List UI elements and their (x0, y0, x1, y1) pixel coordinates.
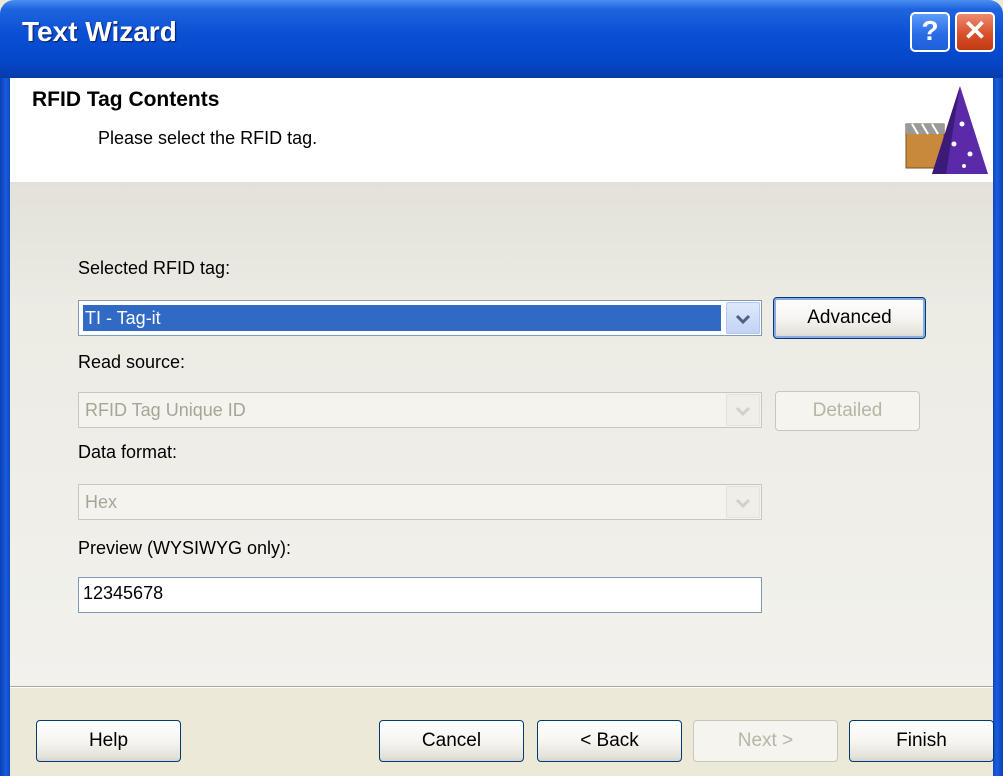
detailed-button[interactable]: Detailed (775, 391, 920, 431)
cancel-button[interactable]: Cancel (379, 720, 524, 762)
text-wizard-window: Text Wizard ? ✕ RFID Tag Contents Please… (0, 0, 1003, 776)
window-border-left (0, 78, 10, 776)
next-button[interactable]: Next > (693, 720, 838, 762)
read-source-dropdown-arrow[interactable] (726, 394, 760, 426)
read-source-value: RFID Tag Unique ID (85, 400, 246, 420)
page-title: RFID Tag Contents (32, 88, 220, 111)
preview-label: Preview (WYSIWYG only): (78, 538, 292, 558)
question-mark-icon: ? (921, 15, 939, 46)
chevron-down-icon (735, 406, 751, 417)
data-format-dropdown[interactable]: Hex (78, 484, 762, 520)
rfid-tag-label: Selected RFID tag: (78, 258, 231, 278)
data-format-dropdown-arrow[interactable] (726, 486, 760, 518)
chevron-down-icon (735, 314, 751, 325)
page-subtitle: Please select the RFID tag. (98, 128, 318, 148)
rfid-tag-dropdown-arrow[interactable] (726, 302, 760, 334)
window-border-right (993, 78, 1003, 776)
close-button[interactable]: ✕ (955, 12, 995, 52)
help-button[interactable]: Help (36, 720, 181, 762)
back-button[interactable]: < Back (537, 720, 682, 762)
close-icon: ✕ (963, 15, 987, 46)
footer-separator (10, 686, 993, 688)
wizard-hat-icon (905, 86, 988, 174)
help-title-button[interactable]: ? (910, 12, 950, 52)
title-bar[interactable]: Text Wizard ? ✕ (0, 0, 1003, 78)
read-source-label: Read source: (78, 352, 186, 372)
preview-field[interactable]: 12345678 (78, 577, 762, 613)
advanced-button[interactable]: Advanced (773, 297, 926, 339)
rfid-tag-dropdown[interactable]: TI - Tag-it (78, 300, 762, 336)
wizard-header: RFID Tag Contents Please select the RFID… (10, 78, 993, 182)
finish-button[interactable]: Finish (849, 720, 994, 762)
data-format-value: Hex (85, 492, 118, 512)
rfid-tag-selected-value: TI - Tag-it (82, 304, 722, 332)
window-title: Text Wizard (22, 16, 177, 47)
chevron-down-icon (735, 498, 751, 509)
data-format-label: Data format: (78, 442, 178, 462)
read-source-dropdown[interactable]: RFID Tag Unique ID (78, 392, 762, 428)
